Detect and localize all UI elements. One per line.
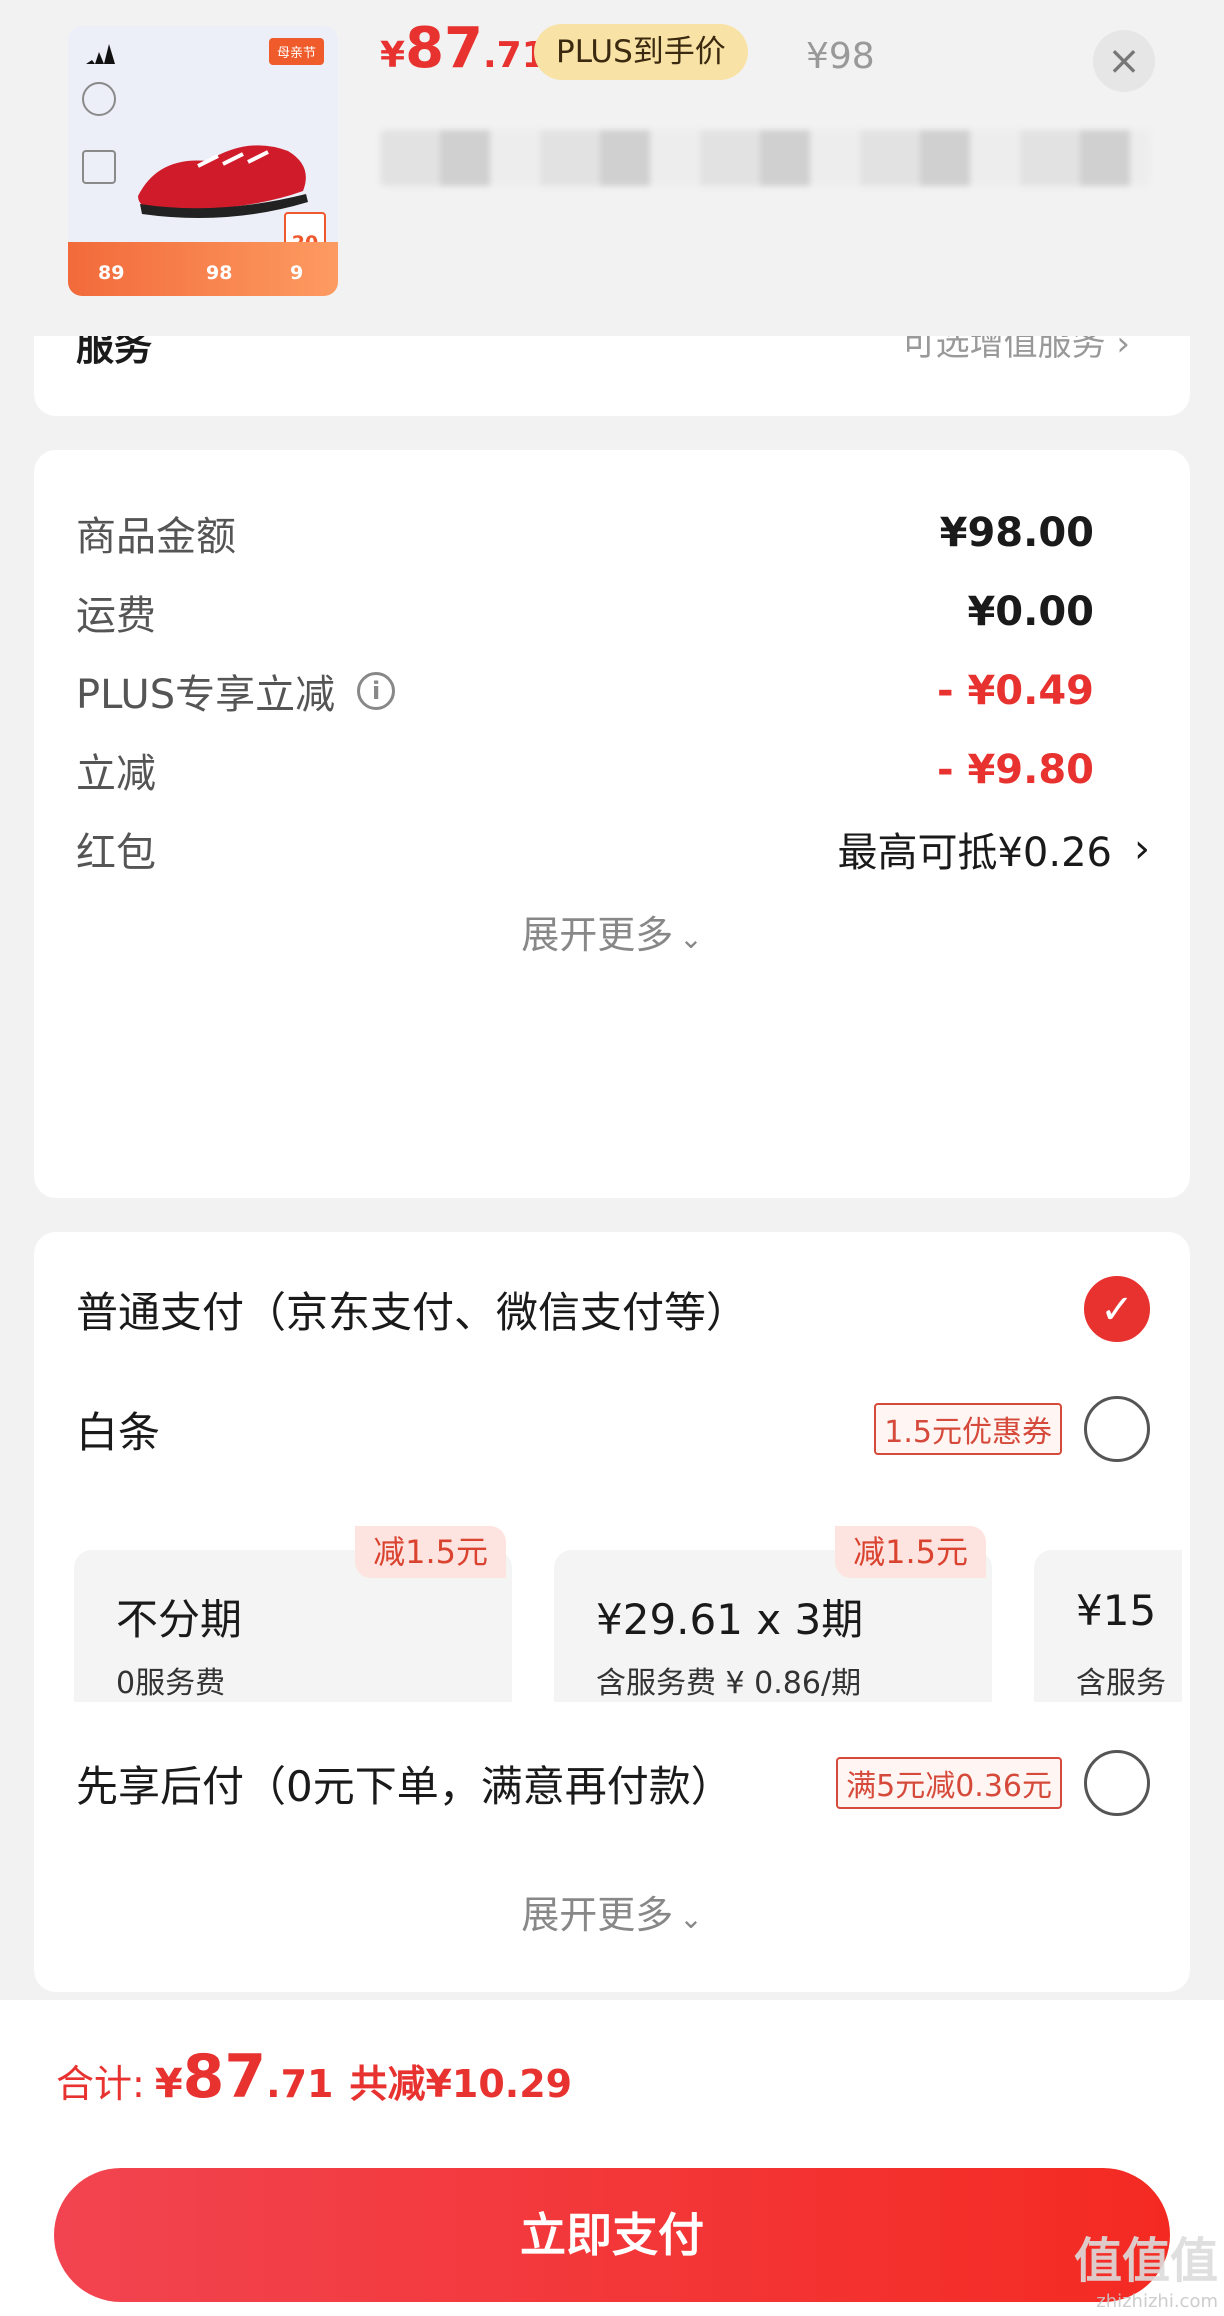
pay-option-control: 1.5元优惠券: [874, 1396, 1150, 1462]
watermark-logo: 值值值: [1073, 2233, 1218, 2289]
installment-plans: 减1.5元 不分期 0服务费 减1.5元 ¥29.61 x 3期 含服务费 ¥ …: [74, 1524, 1182, 1702]
pay-option-normal[interactable]: 普通支付（京东支付、微信支付等） ✓: [76, 1274, 1150, 1344]
price-integer: 87: [405, 16, 483, 81]
sandal-image: [138, 145, 308, 218]
total-label: 合计:: [56, 2062, 145, 2106]
site-watermark: 值值值 zhizhizhi.com: [1074, 2221, 1218, 2312]
pay-option-later[interactable]: 先享后付（0元下单，满意再付款） 满5元减0.36元: [76, 1748, 1150, 1818]
radio-checked-icon[interactable]: ✓: [1084, 1276, 1150, 1342]
expand-more-label: 展开更多: [521, 1893, 674, 1937]
pay-option-label: 白条: [76, 1407, 161, 1457]
total-currency: ¥: [154, 2061, 183, 2107]
checkout-bar: 合计: ¥ 87 .71 共减¥10.29 立即支付 值值值 zhizhizhi…: [0, 2000, 1224, 2316]
amount-row-plus-discount: PLUS专享立减 i - ¥0.49: [76, 661, 1094, 721]
watermark-url: zhizhizhi.com: [1096, 2291, 1218, 2312]
chevron-down-icon: ⌄: [679, 1902, 703, 1935]
service-value: 可选增值服务 ›: [902, 336, 1130, 365]
amount-value: - ¥0.49: [936, 668, 1094, 714]
info-icon[interactable]: i: [357, 672, 396, 710]
plan-discount-tag: 减1.5元: [355, 1526, 506, 1578]
service-row[interactable]: 服务 可选增值服务 ›: [34, 336, 1190, 416]
amount-value: ¥0.00: [967, 589, 1094, 635]
amount-label: 商品金额: [76, 514, 236, 560]
adidas-logo-icon: [86, 44, 115, 64]
plan-title: ¥15: [1076, 1586, 1157, 1635]
amount-label: 红包: [76, 830, 156, 876]
plan-subtitle: 含服务费 ¥ 0.86/期: [596, 1666, 862, 1701]
radio-unchecked-icon[interactable]: [1084, 1750, 1150, 1816]
coupon-tag: 满5元减0.36元: [836, 1757, 1062, 1809]
amount-label: 运费: [76, 593, 156, 639]
coupon-tag: 1.5元优惠券: [874, 1403, 1062, 1455]
product-thumbnail[interactable]: 母亲节 20 89 98 9: [68, 26, 338, 296]
thumb-bar-value: 9: [290, 262, 304, 284]
thumb-bar-value: 89: [98, 262, 125, 284]
installment-plan[interactable]: 减1.5元 不分期 0服务费: [74, 1526, 512, 1702]
expand-more-button[interactable]: 展开更多 ⌄: [34, 1884, 1190, 1939]
plan-title: ¥29.61 x 3期: [596, 1595, 864, 1644]
baby-face-icon: [82, 82, 116, 116]
service-label: 服务: [76, 336, 153, 369]
chevron-right-icon: ›: [1116, 336, 1130, 364]
hongbao-value-group: 最高可抵¥0.26 ›: [837, 820, 1150, 878]
chevron-down-icon: ⌄: [679, 922, 703, 955]
pay-option-label: 先享后付（0元下单，满意再付款）: [76, 1761, 733, 1811]
pay-option-baitiao[interactable]: 白条 1.5元优惠券: [76, 1394, 1150, 1464]
plan-title: 不分期: [116, 1595, 243, 1644]
product-header: 母亲节 20 89 98 9 ¥ 87 .71 PLUS到手价 ¥98 ×: [0, 0, 1224, 336]
amount-label: PLUS专享立减: [76, 672, 336, 718]
amount-label-group: PLUS专享立减 i: [76, 662, 396, 720]
total-integer: 87: [182, 2042, 267, 2112]
installment-plan[interactable]: 减1.5元 ¥29.61 x 3期 含服务费 ¥ 0.86/期: [554, 1526, 992, 1702]
expand-more-label: 展开更多: [521, 913, 674, 957]
service-value-text: 可选增值服务: [901, 336, 1106, 364]
payment-method-card: 普通支付（京东支付、微信支付等） ✓ 白条 1.5元优惠券 减1.5元 不分期 …: [34, 1232, 1190, 1992]
price-currency: ¥: [380, 35, 406, 76]
pay-option-control: 满5元减0.36元: [836, 1750, 1150, 1816]
amount-value: ¥98.00: [939, 510, 1094, 556]
feature-icons: [82, 82, 122, 218]
sticker-icon: [82, 150, 116, 184]
plan-discount-tag: 减1.5元: [835, 1526, 986, 1578]
header-price: ¥ 87 .71: [380, 16, 547, 81]
thumb-price-bar: 89 98 9: [68, 242, 338, 296]
promo-tag: 母亲节: [268, 38, 324, 65]
close-icon: ×: [1107, 38, 1141, 84]
order-total: 合计: ¥ 87 .71 共减¥10.29: [56, 2042, 572, 2112]
close-button[interactable]: ×: [1093, 30, 1155, 92]
amount-summary-card: 商品金额 ¥98.00 运费 ¥0.00 PLUS专享立减 i - ¥0.49 …: [34, 450, 1190, 1198]
pay-option-label: 普通支付（京东支付、微信支付等）: [76, 1287, 749, 1337]
amount-label: 立减: [76, 751, 156, 797]
chevron-right-icon: ›: [1134, 826, 1150, 872]
pay-now-button[interactable]: 立即支付: [54, 2168, 1170, 2302]
original-price: ¥98: [806, 36, 875, 77]
product-title-blurred: [380, 130, 1150, 186]
radio-unchecked-icon[interactable]: [1084, 1396, 1150, 1462]
amount-row-hongbao[interactable]: 红包 最高可抵¥0.26 ›: [76, 819, 1150, 879]
amount-value: - ¥9.80: [936, 747, 1094, 793]
pay-option-control: ✓: [1084, 1276, 1150, 1342]
plus-price-chip: PLUS到手价: [534, 24, 748, 80]
hongbao-value: 最高可抵¥0.26: [837, 830, 1112, 876]
installment-plan[interactable]: ¥15 含服务: [1034, 1550, 1182, 1702]
total-saved: 共减¥10.29: [349, 2062, 573, 2106]
plan-subtitle: 0服务费: [116, 1666, 226, 1701]
amount-row-goods: 商品金额 ¥98.00: [76, 503, 1094, 563]
expand-more-button[interactable]: 展开更多 ⌄: [34, 904, 1190, 959]
amount-row-shipping: 运费 ¥0.00: [76, 582, 1094, 642]
thumb-bar-value: 98: [206, 262, 233, 284]
plan-subtitle: 含服务: [1076, 1666, 1166, 1701]
amount-row-discount: 立减 - ¥9.80: [76, 740, 1094, 800]
total-decimal: .71: [266, 2062, 334, 2106]
